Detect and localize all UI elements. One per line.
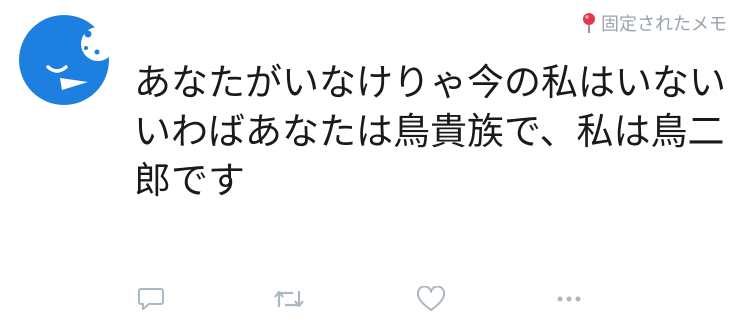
reply-icon: [138, 288, 164, 310]
pin-icon: [583, 13, 595, 33]
more-button[interactable]: [552, 282, 586, 316]
sleeping-bird-avatar-icon: [19, 15, 115, 105]
avatar[interactable]: [18, 14, 115, 106]
more-icon: [557, 296, 581, 302]
retweet-icon: [274, 290, 304, 308]
action-bar: [130, 282, 590, 316]
retweet-button[interactable]: [272, 282, 306, 316]
reply-button[interactable]: [134, 282, 168, 316]
tweet-text: あなたがいなけりゃ今の私はいない いわばあなたは鳥貴族で、私は鳥二郎です: [134, 61, 726, 202]
pinned-label: 固定されたメモ: [581, 10, 727, 36]
pinned-text: 固定されたメモ: [601, 14, 727, 35]
heart-icon: [416, 286, 446, 311]
like-button[interactable]: [414, 282, 448, 316]
